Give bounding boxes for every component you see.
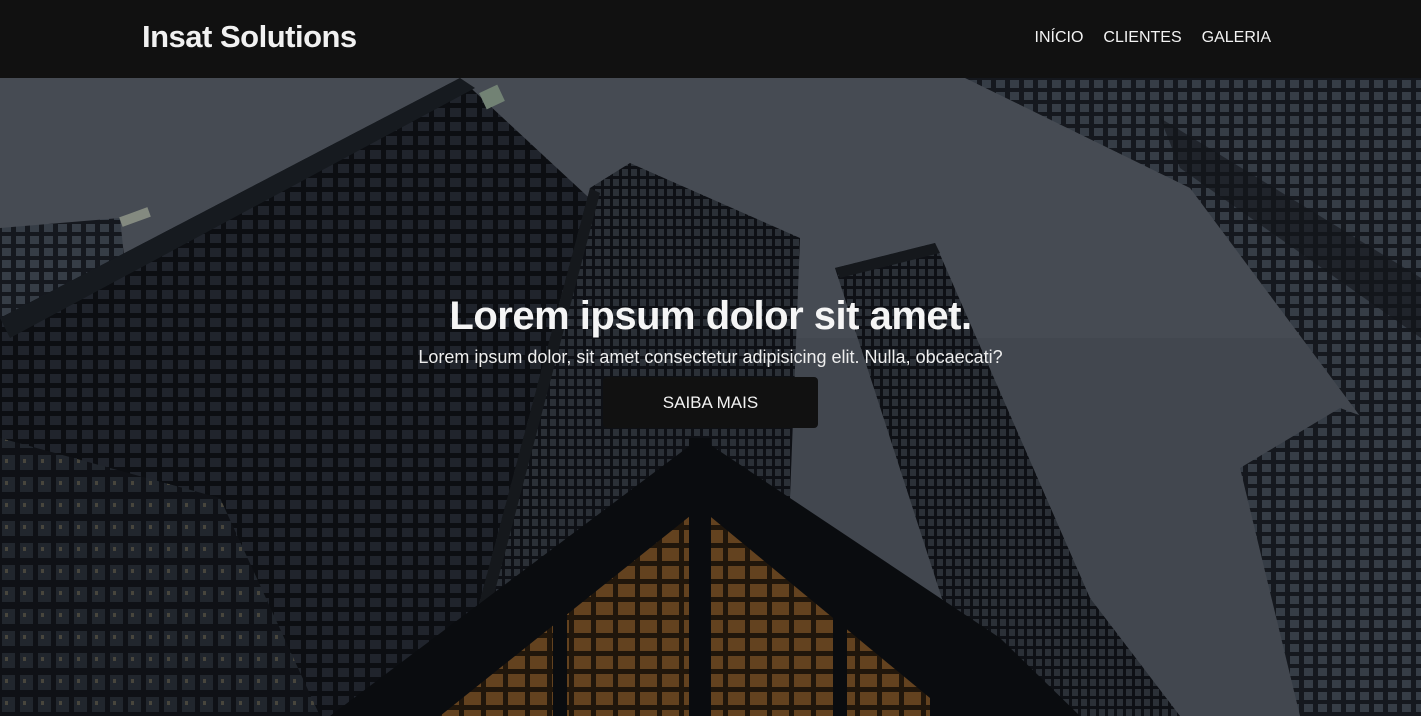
nav-link-inicio[interactable]: INÍCIO (1035, 29, 1084, 47)
nav-link-galeria[interactable]: GALERIA (1202, 29, 1271, 47)
nav-link-clientes[interactable]: CLIENTES (1103, 29, 1181, 47)
nav-menu: INÍCIO CLIENTES GALERIA (1035, 29, 1272, 47)
hero-title: Lorem ipsum dolor sit amet. (449, 294, 972, 338)
hero-content: Lorem ipsum dolor sit amet. Lorem ipsum … (0, 292, 1421, 428)
navbar: Insat Solutions INÍCIO CLIENTES GALERIA (0, 0, 1421, 78)
brand-logo[interactable]: Insat Solutions (142, 19, 357, 55)
saiba-mais-button[interactable]: SAIBA MAIS (603, 377, 818, 428)
hero-subtitle: Lorem ipsum dolor, sit amet consectetur … (418, 347, 1003, 367)
hero-section: Lorem ipsum dolor sit amet. Lorem ipsum … (0, 78, 1421, 716)
